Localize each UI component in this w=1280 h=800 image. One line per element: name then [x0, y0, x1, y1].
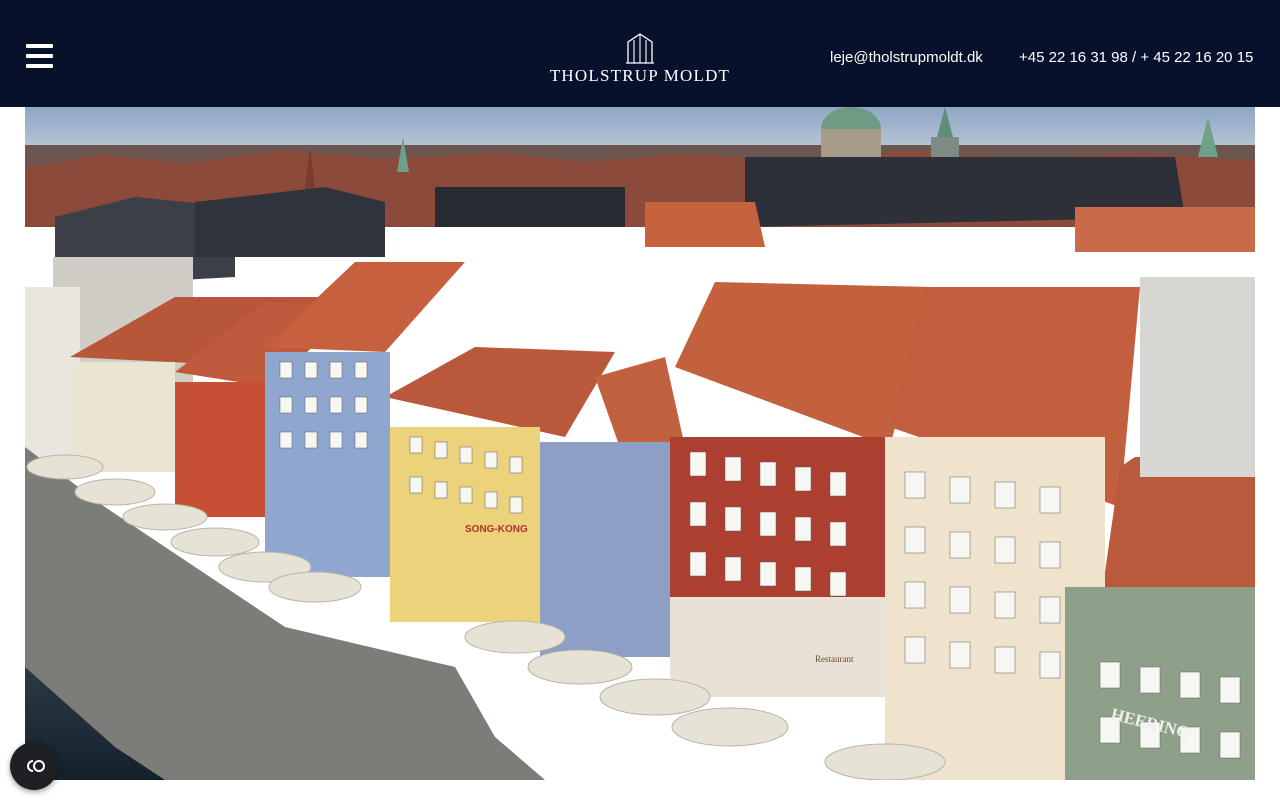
brand-name: THOLSTRUP MOLDT	[549, 66, 731, 85]
cookie-consent-icon	[27, 760, 45, 772]
building-logo-icon	[626, 33, 654, 64]
cookie-consent-button[interactable]	[10, 742, 58, 790]
phone-link[interactable]: +45 22 16 31 98 / + 45 22 16 20 15	[1019, 49, 1253, 66]
hamburger-menu-icon[interactable]	[26, 44, 54, 72]
site-header: THOLSTRUP MOLDT leje@tholstrupmoldt.dk +…	[0, 0, 1280, 107]
email-link[interactable]: leje@tholstrupmoldt.dk	[830, 49, 983, 66]
hero-image: SONG-KONG Restaurant HEERING	[25, 107, 1255, 780]
sign-restaurant: Restaurant	[815, 654, 854, 664]
brand-logo[interactable]: THOLSTRUP MOLDT	[540, 32, 740, 86]
sign-song-kong: SONG-KONG	[465, 524, 528, 535]
